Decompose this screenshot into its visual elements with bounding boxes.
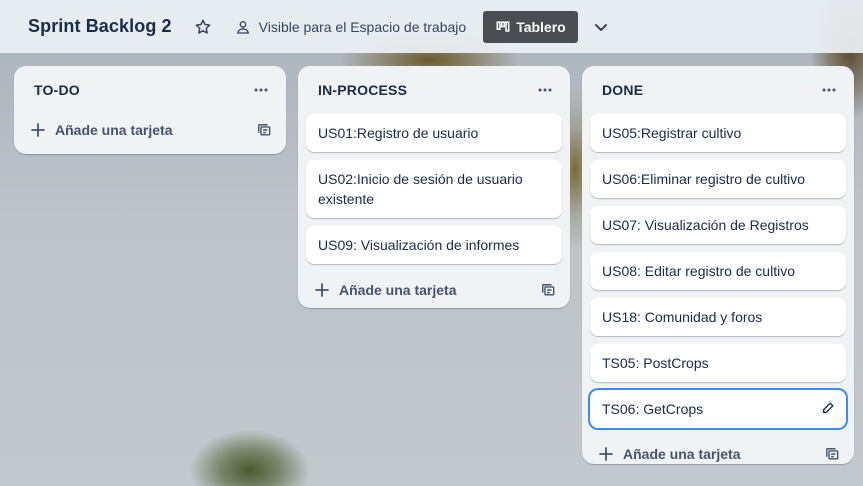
card[interactable]: TS05: PostCrops bbox=[590, 344, 846, 382]
add-card-row: Añade una tarjeta bbox=[582, 436, 854, 472]
add-card-button[interactable]: Añade una tarjeta bbox=[598, 446, 740, 462]
board-view-button[interactable]: Tablero bbox=[483, 10, 578, 43]
add-card-label: Añade una tarjeta bbox=[55, 122, 173, 138]
visibility-label: Visible para el Espacio de trabajo bbox=[258, 18, 467, 35]
list-todo: TO-DO Añade una tarjeta bbox=[14, 66, 286, 154]
add-card-label: Añade una tarjeta bbox=[339, 282, 457, 298]
card-list: US05:Registrar cultivo US06:Eliminar reg… bbox=[582, 114, 854, 428]
plus-icon bbox=[314, 282, 330, 298]
card-template-icon[interactable] bbox=[256, 122, 272, 138]
card-title: TS06: GetCrops bbox=[602, 401, 704, 417]
more-options-icon[interactable] bbox=[250, 79, 272, 101]
more-options-icon[interactable] bbox=[534, 79, 556, 101]
board-title[interactable]: Sprint Backlog 2 bbox=[28, 16, 172, 37]
board-header: Sprint Backlog 2 Visible para el Espacio… bbox=[0, 0, 863, 53]
add-card-label: Añade una tarjeta bbox=[623, 446, 741, 462]
pencil-edit-icon[interactable] bbox=[820, 400, 836, 416]
card[interactable]: US02:Inicio de sesión de usuario existen… bbox=[306, 160, 562, 218]
plus-icon bbox=[598, 446, 614, 462]
list-title[interactable]: IN-PROCESS bbox=[318, 82, 407, 98]
star-icon[interactable] bbox=[192, 16, 214, 38]
board-view-icon bbox=[495, 19, 511, 35]
add-card-button[interactable]: Añade una tarjeta bbox=[30, 122, 172, 138]
card-template-icon[interactable] bbox=[824, 446, 840, 462]
list-header: TO-DO bbox=[14, 66, 286, 114]
list-header: IN-PROCESS bbox=[298, 66, 570, 114]
card[interactable]: US01:Registro de usuario bbox=[306, 114, 562, 152]
workspace-visibility-icon bbox=[234, 18, 252, 36]
card[interactable]: US06:Eliminar registro de cultivo bbox=[590, 160, 846, 198]
card[interactable]: US07: Visualización de Registros bbox=[590, 206, 846, 244]
visibility-button[interactable]: Visible para el Espacio de trabajo bbox=[234, 18, 467, 36]
list-header: DONE bbox=[582, 66, 854, 114]
add-card-row: Añade una tarjeta bbox=[14, 112, 286, 148]
list-title[interactable]: TO-DO bbox=[34, 82, 80, 98]
card[interactable]: US18: Comunidad y foros bbox=[590, 298, 846, 336]
list-done: DONE US05:Registrar cultivo US06:Elimina… bbox=[582, 66, 854, 464]
card[interactable]: US05:Registrar cultivo bbox=[590, 114, 846, 152]
list-title[interactable]: DONE bbox=[602, 82, 643, 98]
add-card-button[interactable]: Añade una tarjeta bbox=[314, 282, 456, 298]
card[interactable]: US08: Editar registro de cultivo bbox=[590, 252, 846, 290]
card-hovered[interactable]: TS06: GetCrops bbox=[590, 390, 846, 428]
card-template-icon[interactable] bbox=[540, 282, 556, 298]
add-card-row: Añade una tarjeta bbox=[298, 272, 570, 308]
chevron-down-icon[interactable] bbox=[590, 16, 612, 38]
card-list: US01:Registro de usuario US02:Inicio de … bbox=[298, 114, 570, 264]
card[interactable]: US09: Visualización de informes bbox=[306, 226, 562, 264]
board-view-label: Tablero bbox=[516, 18, 566, 35]
list-in-process: IN-PROCESS US01:Registro de usuario US02… bbox=[298, 66, 570, 308]
plus-icon bbox=[30, 122, 46, 138]
more-options-icon[interactable] bbox=[818, 79, 840, 101]
